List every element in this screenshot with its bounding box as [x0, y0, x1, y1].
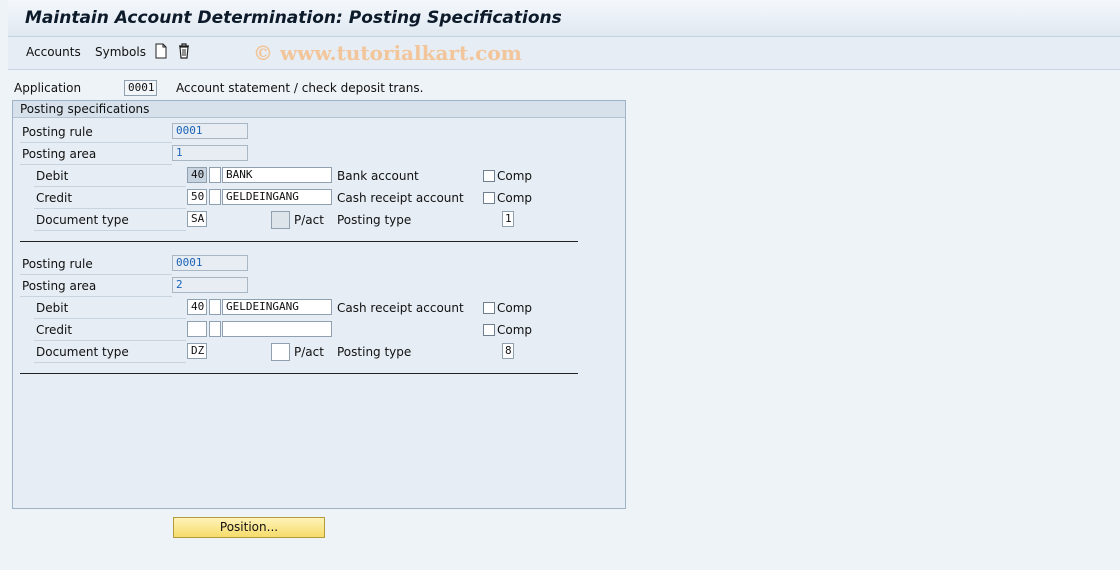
posting-area-label: Posting area — [22, 279, 97, 293]
debit-account-field[interactable]: BANK — [222, 167, 332, 183]
credit-posting-key-field[interactable]: 50 — [187, 189, 207, 205]
credit-account-description: Cash receipt account — [337, 191, 464, 205]
label-underline — [34, 340, 186, 341]
debit-comp-checkbox[interactable] — [483, 302, 495, 314]
group-title: Posting specifications — [20, 102, 150, 116]
debit-account-description: Cash receipt account — [337, 301, 464, 315]
debit-comp-label: Comp — [497, 169, 533, 183]
position-button[interactable]: Position... — [173, 517, 325, 538]
debit-posting-key-field[interactable]: 40 — [187, 299, 207, 315]
application-field[interactable]: 0001 — [124, 80, 157, 96]
block-separator — [20, 241, 578, 242]
label-underline — [34, 230, 186, 231]
credit-posting-key-field[interactable] — [187, 321, 207, 337]
posting-area-label: Posting area — [22, 147, 97, 161]
posting-type-field[interactable]: 1 — [502, 211, 514, 227]
label-underline — [20, 142, 172, 143]
debit-label: Debit — [36, 169, 69, 183]
credit-comp-label: Comp — [497, 191, 533, 205]
debit-account-description: Bank account — [337, 169, 419, 183]
posting-rule-field[interactable]: 0001 — [172, 255, 248, 271]
label-underline — [34, 186, 186, 187]
delete-trash-icon[interactable] — [177, 43, 191, 59]
posting-rule-label: Posting rule — [22, 125, 93, 139]
debit-label: Debit — [36, 301, 69, 315]
toolbar: Accounts Symbols © www.tutorialkart.com — [8, 37, 1120, 70]
menu-accounts[interactable]: Accounts — [26, 45, 81, 59]
window-title: Maintain Account Determination: Posting … — [25, 8, 562, 28]
credit-account-field[interactable]: GELDEINGANG — [222, 189, 332, 205]
document-type-label: Document type — [36, 345, 129, 359]
group-title-bar: Posting specifications — [13, 101, 625, 118]
watermark-text: © www.tutorialkart.com — [253, 41, 522, 65]
pact-label: P/act — [294, 345, 324, 359]
posting-type-label: Posting type — [337, 213, 412, 227]
title-bar: Maintain Account Determination: Posting … — [8, 0, 1120, 37]
credit-special-gl-field[interactable] — [209, 189, 221, 205]
debit-special-gl-field[interactable] — [209, 167, 221, 183]
block-separator — [20, 373, 578, 374]
pact-label: P/act — [294, 213, 324, 227]
debit-comp-label: Comp — [497, 301, 533, 315]
label-underline — [34, 208, 186, 209]
debit-comp-checkbox[interactable] — [483, 170, 495, 182]
document-type-field[interactable]: SA — [187, 211, 207, 227]
debit-account-field[interactable]: GELDEINGANG — [222, 299, 332, 315]
posting-rule-field[interactable]: 0001 — [172, 123, 248, 139]
posting-type-field[interactable]: 8 — [502, 343, 514, 359]
credit-special-gl-field[interactable] — [209, 321, 221, 337]
label-underline — [20, 164, 172, 165]
label-underline — [34, 318, 186, 319]
menu-symbols[interactable]: Symbols — [95, 45, 146, 59]
document-type-field[interactable]: DZ — [187, 343, 207, 359]
credit-comp-checkbox[interactable] — [483, 324, 495, 336]
debit-posting-key-field[interactable]: 40 — [187, 167, 207, 183]
posting-rule-label: Posting rule — [22, 257, 93, 271]
application-description: Account statement / check deposit trans. — [176, 81, 424, 95]
document-type-label: Document type — [36, 213, 129, 227]
pact-checkbox[interactable] — [271, 211, 290, 229]
label-underline — [20, 296, 172, 297]
credit-account-field[interactable] — [222, 321, 332, 337]
posting-type-label: Posting type — [337, 345, 412, 359]
credit-label: Credit — [36, 323, 73, 337]
credit-label: Credit — [36, 191, 73, 205]
credit-comp-checkbox[interactable] — [483, 192, 495, 204]
posting-area-field[interactable]: 1 — [172, 145, 248, 161]
debit-special-gl-field[interactable] — [209, 299, 221, 315]
label-underline — [34, 362, 186, 363]
credit-comp-label: Comp — [497, 323, 533, 337]
new-document-icon[interactable] — [154, 43, 168, 59]
pact-checkbox[interactable] — [271, 343, 290, 361]
application-label: Application — [14, 81, 82, 95]
posting-area-field[interactable]: 2 — [172, 277, 248, 293]
label-underline — [20, 274, 172, 275]
